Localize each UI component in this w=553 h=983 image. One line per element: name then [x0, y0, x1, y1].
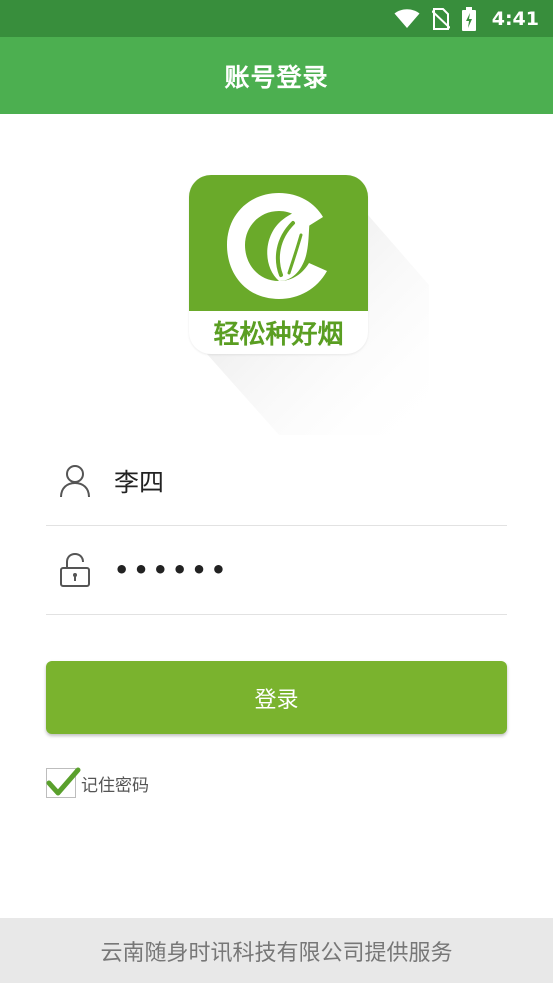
- no-sim-icon: [431, 7, 450, 30]
- app-bar: 账号登录: [0, 37, 553, 114]
- wifi-icon: [394, 8, 420, 29]
- login-button[interactable]: 登录: [46, 661, 507, 734]
- remember-label: 记住密码: [81, 775, 149, 796]
- username-input[interactable]: 李四: [114, 463, 164, 499]
- app-logo: 轻松种好烟: [189, 175, 429, 435]
- check-icon: [46, 767, 81, 796]
- footer: 云南随身时讯科技有限公司提供服务: [0, 918, 553, 983]
- page-title: 账号登录: [224, 62, 329, 92]
- battery-charging-icon: [461, 6, 476, 31]
- leaf-logo-icon: [189, 175, 368, 311]
- status-time: 4:41: [491, 7, 539, 30]
- user-icon: [58, 464, 92, 498]
- logo-text: 轻松种好烟: [213, 320, 344, 350]
- lock-icon: [58, 552, 92, 587]
- footer-text: 云南随身时讯科技有限公司提供服务: [100, 940, 453, 966]
- logo-tile: 轻松种好烟: [189, 175, 368, 354]
- password-field[interactable]: ••••••: [46, 526, 507, 615]
- status-icons: 4:41: [394, 6, 539, 31]
- remember-password[interactable]: 记住密码: [46, 766, 149, 800]
- remember-checkbox[interactable]: [46, 767, 81, 798]
- login-screen: 4:41 账号登录 轻松种好烟 李四 •••••• 登录 记住密码 云南随身时讯…: [0, 0, 553, 983]
- status-bar: 4:41: [0, 0, 553, 37]
- password-input[interactable]: ••••••: [114, 556, 230, 584]
- username-field[interactable]: 李四: [46, 437, 507, 526]
